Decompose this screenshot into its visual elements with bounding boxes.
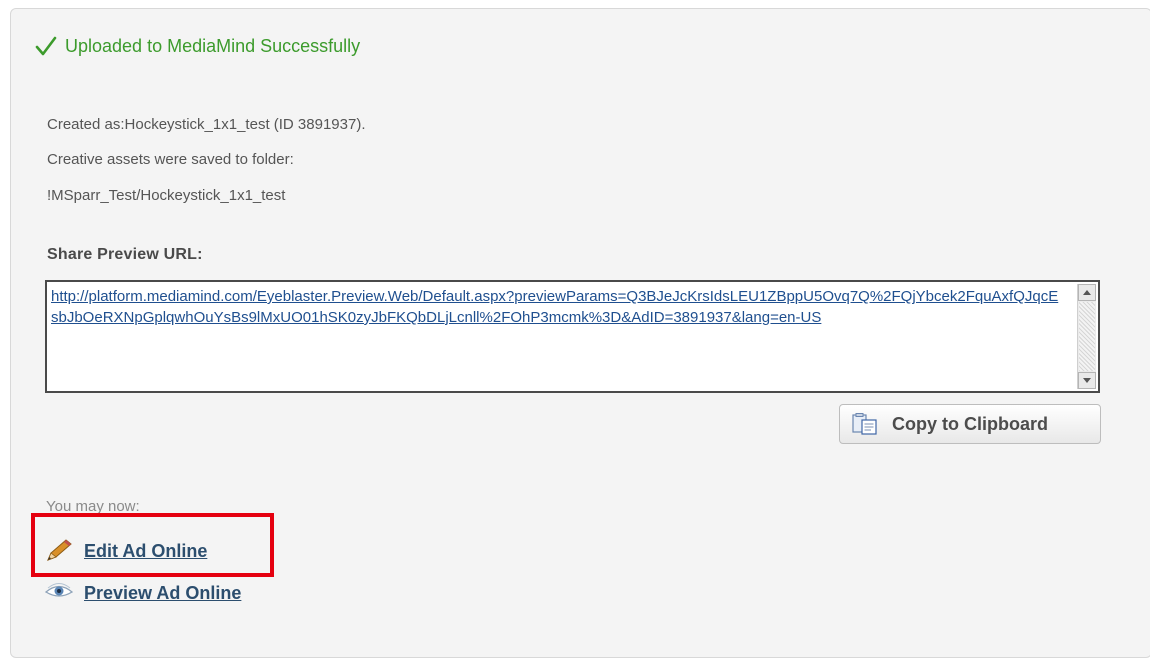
preview-url-textarea[interactable]: http://platform.mediamind.com/Eyeblaster… — [45, 280, 1100, 393]
share-preview-label: Share Preview URL: — [47, 246, 203, 263]
scroll-down-button[interactable] — [1078, 372, 1096, 389]
saved-to-text: Creative assets were saved to folder: — [47, 151, 294, 168]
clipboard-icon — [852, 413, 877, 435]
eye-icon — [44, 583, 74, 597]
preview-ad-online-label[interactable]: Preview Ad Online — [84, 583, 241, 604]
folder-path-text: !MSparr_Test/Hockeystick_1x1_test — [47, 187, 286, 204]
checkmark-icon — [35, 36, 57, 56]
upload-success-message: Uploaded to MediaMind Successfully — [35, 35, 360, 57]
copy-button-label: Copy to Clipboard — [892, 413, 1048, 434]
scroll-up-button[interactable] — [1078, 284, 1096, 301]
preview-url-link[interactable]: http://platform.mediamind.com/Eyeblaster… — [51, 286, 1061, 328]
success-text: Uploaded to MediaMind Successfully — [65, 35, 361, 56]
url-scrollbar[interactable] — [1077, 284, 1096, 389]
scroll-track[interactable] — [1079, 302, 1095, 371]
created-as-text: Created as:Hockeystick_1x1_test (ID 3891… — [47, 116, 366, 133]
copy-to-clipboard-button[interactable]: Copy to Clipboard — [839, 404, 1101, 444]
preview-ad-online-link[interactable]: Preview Ad Online — [44, 580, 241, 606]
highlight-annotation-box — [31, 513, 274, 577]
